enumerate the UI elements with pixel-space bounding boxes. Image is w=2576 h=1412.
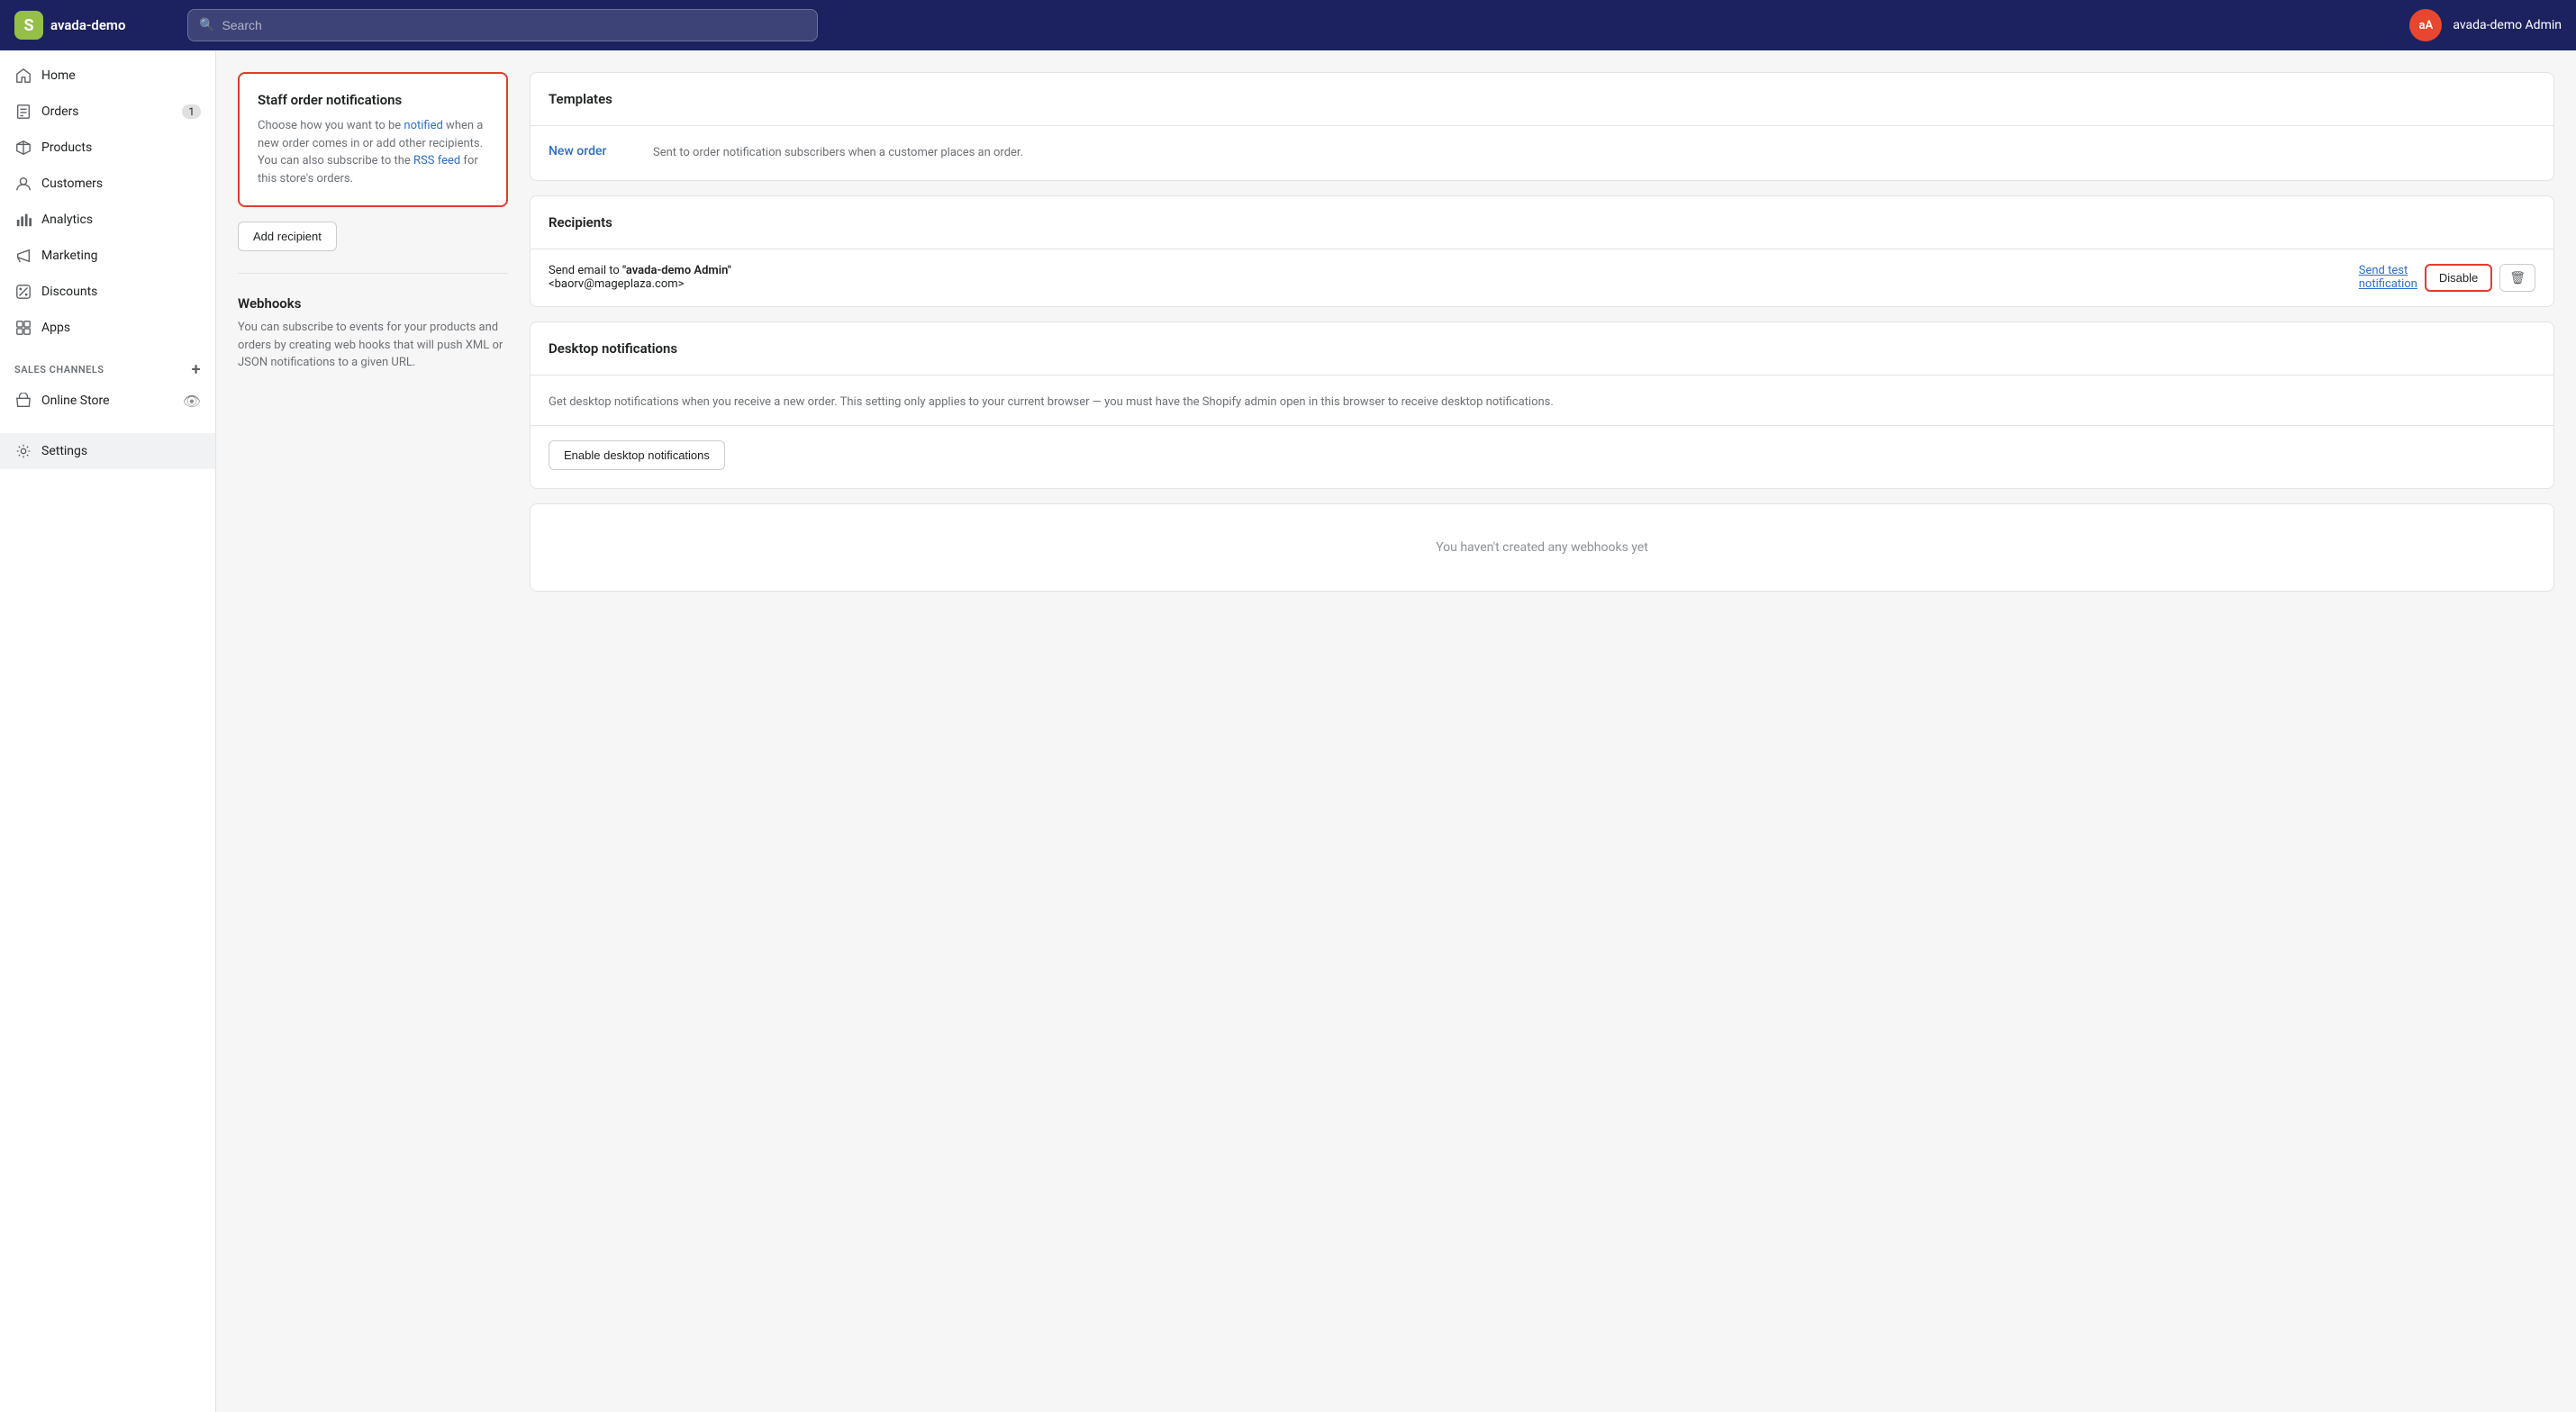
desktop-notif-header: Desktop notifications <box>531 322 2553 376</box>
desktop-notif-title: Desktop notifications <box>549 340 2535 357</box>
sidebar-item-customers[interactable]: Customers <box>0 166 215 202</box>
notified-link[interactable]: notified <box>404 119 442 132</box>
admin-name: avada-demo Admin <box>2453 18 2562 32</box>
sales-channels-label: SALES CHANNELS <box>14 364 104 376</box>
logo[interactable]: S avada-demo <box>14 11 177 40</box>
store-icon <box>14 392 32 410</box>
main-layout: Home Orders 1 Products Customers Analy <box>0 50 2576 1412</box>
sidebar: Home Orders 1 Products Customers Analy <box>0 50 216 1412</box>
desktop-notif-desc: Get desktop notifications when you recei… <box>549 394 2535 412</box>
products-icon <box>14 139 32 157</box>
apps-icon <box>14 319 32 337</box>
shopify-icon: S <box>14 11 43 40</box>
webhooks-empty-card: You haven't created any webhooks yet <box>530 503 2554 592</box>
content-area: Staff order notifications Choose how you… <box>216 50 2576 1412</box>
orders-badge: 1 <box>182 104 201 119</box>
orders-icon <box>14 103 32 121</box>
sidebar-item-home[interactable]: Home <box>0 58 215 94</box>
search-bar[interactable]: 🔍 <box>187 9 818 41</box>
recipient-actions: Send testnotification Disable 🗑 <box>2359 264 2535 292</box>
templates-card-header: Templates <box>531 73 2553 126</box>
send-test-label: Send testnotification <box>2359 264 2417 291</box>
search-icon: 🔍 <box>199 18 214 32</box>
left-column: Staff order notifications Choose how you… <box>238 72 508 372</box>
marketing-icon <box>14 247 32 265</box>
sidebar-item-discounts[interactable]: Discounts <box>0 274 215 310</box>
sidebar-item-marketing[interactable]: Marketing <box>0 238 215 274</box>
add-recipient-button[interactable]: Add recipient <box>238 222 337 251</box>
sidebar-label-settings: Settings <box>41 444 87 458</box>
sidebar-label-customers: Customers <box>41 176 103 191</box>
templates-title: Templates <box>549 91 2535 107</box>
webhooks-empty-message: You haven't created any webhooks yet <box>531 504 2553 591</box>
search-input[interactable] <box>222 18 806 32</box>
sidebar-label-orders: Orders <box>41 104 79 119</box>
home-icon <box>14 67 32 85</box>
recipient-info: Send email to "avada-demo Admin" <baorv@… <box>549 264 731 291</box>
recipient-name: "avada-demo Admin" <box>622 264 731 277</box>
sidebar-label-products: Products <box>41 140 92 155</box>
sidebar-item-products[interactable]: Products <box>0 130 215 166</box>
send-test-notification-link[interactable]: Send testnotification <box>2359 264 2417 291</box>
settings-icon <box>14 442 32 460</box>
send-to-prefix: Send email to <box>549 264 622 277</box>
enable-desktop-notifications-button[interactable]: Enable desktop notifications <box>549 440 725 470</box>
sidebar-label-analytics: Analytics <box>41 213 93 227</box>
staff-order-notifications-box: Staff order notifications Choose how you… <box>238 72 508 207</box>
sidebar-item-online-store[interactable]: Online Store 👁 <box>0 383 215 419</box>
avatar[interactable]: aA <box>2409 9 2442 41</box>
recipient-email: <baorv@mageplaza.com> <box>549 277 684 291</box>
template-description: Sent to order notification subscribers w… <box>653 144 1023 162</box>
eye-icon[interactable]: 👁 <box>183 393 201 410</box>
new-order-link[interactable]: New order <box>549 144 639 158</box>
staff-order-desc: Choose how you want to be notified when … <box>258 117 488 187</box>
analytics-icon <box>14 211 32 229</box>
add-sales-channel-icon[interactable]: + <box>192 360 201 379</box>
sidebar-label-online-store: Online Store <box>41 394 110 408</box>
templates-card: Templates New order Sent to order notifi… <box>530 72 2554 181</box>
sidebar-item-analytics[interactable]: Analytics <box>0 202 215 238</box>
store-name: avada-demo <box>50 17 125 33</box>
sidebar-item-settings[interactable]: Settings <box>0 433 215 469</box>
sidebar-label-marketing: Marketing <box>41 249 98 263</box>
disable-button[interactable]: Disable <box>2425 264 2492 292</box>
webhooks-title: Webhooks <box>238 295 508 312</box>
recipients-card: Recipients Send email to "avada-demo Adm… <box>530 195 2554 307</box>
rss-feed-link[interactable]: RSS feed <box>413 154 460 167</box>
header-right: aA avada-demo Admin <box>2409 9 2562 41</box>
delete-recipient-button[interactable]: 🗑 <box>2499 264 2535 292</box>
template-row: New order Sent to order notification sub… <box>531 126 2553 180</box>
desktop-notif-body: Get desktop notifications when you recei… <box>531 376 2553 489</box>
sidebar-label-apps: Apps <box>41 321 70 335</box>
sidebar-label-home: Home <box>41 68 76 83</box>
desktop-notifications-card: Desktop notifications Get desktop notifi… <box>530 321 2554 490</box>
recipients-title: Recipients <box>549 214 2535 231</box>
divider <box>531 425 2553 426</box>
sidebar-item-apps[interactable]: Apps <box>0 310 215 346</box>
sidebar-label-discounts: Discounts <box>41 285 97 299</box>
recipients-card-header: Recipients <box>531 196 2553 249</box>
webhooks-section: Webhooks You can subscribe to events for… <box>238 273 508 372</box>
sales-channels-header: SALES CHANNELS + <box>0 346 215 383</box>
webhooks-desc: You can subscribe to events for your pro… <box>238 319 508 372</box>
top-header: S avada-demo 🔍 aA avada-demo Admin <box>0 0 2576 50</box>
discounts-icon <box>14 283 32 301</box>
customers-icon <box>14 175 32 193</box>
sidebar-item-orders[interactable]: Orders 1 <box>0 94 215 130</box>
staff-order-title: Staff order notifications <box>258 92 488 108</box>
recipient-row: Send email to "avada-demo Admin" <baorv@… <box>531 249 2553 306</box>
right-column: Templates New order Sent to order notifi… <box>530 72 2554 606</box>
